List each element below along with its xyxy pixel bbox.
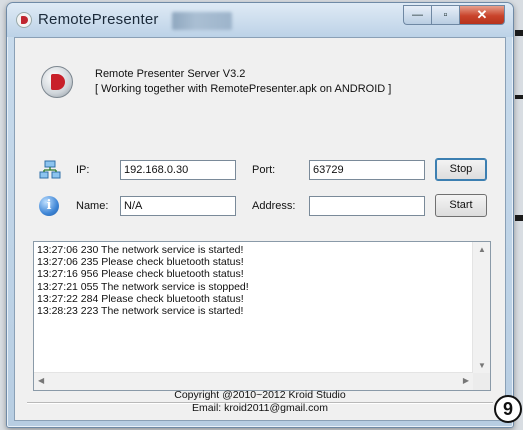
edge-mark xyxy=(515,215,523,221)
contact-email: Email: kroid2011@gmail.com xyxy=(192,402,328,414)
app-logo-icon xyxy=(41,66,73,98)
blurred-title-region xyxy=(172,12,232,30)
window-title: RemotePresenter xyxy=(38,11,159,28)
ip-field[interactable]: 192.168.0.30 xyxy=(120,160,236,180)
edge-mark xyxy=(515,30,523,36)
port-label: Port: xyxy=(252,164,276,176)
address-field[interactable] xyxy=(309,196,425,216)
ip-label: IP: xyxy=(76,164,90,176)
info-icon: i xyxy=(39,196,59,216)
name-label: Name: xyxy=(76,200,109,212)
step-number-badge: 9 xyxy=(494,395,522,423)
log-line: 13:27:21 055 The network service is stop… xyxy=(37,280,249,293)
log-line: 13:27:16 956 Please check bluetooth stat… xyxy=(37,268,244,281)
edge-mark xyxy=(515,95,523,99)
scroll-right-icon[interactable]: ▶ xyxy=(463,376,469,385)
vertical-scrollbar[interactable]: ▲ ▼ xyxy=(472,242,490,373)
scroll-down-icon[interactable]: ▼ xyxy=(478,361,486,370)
scroll-up-icon[interactable]: ▲ xyxy=(478,245,486,254)
name-field[interactable]: N/A xyxy=(120,196,236,216)
window-controls: — ▫ ✕ xyxy=(403,5,505,27)
server-title: Remote Presenter Server V3.2 xyxy=(95,68,246,80)
server-subtitle: [ Working together with RemotePresenter.… xyxy=(95,83,392,95)
log-line: 13:27:06 230 The network service is star… xyxy=(37,244,244,256)
maximize-button[interactable]: ▫ xyxy=(431,5,459,25)
port-field[interactable]: 63729 xyxy=(309,160,425,180)
title-bar[interactable]: RemotePresenter — ▫ ✕ xyxy=(7,3,513,37)
app-title-icon xyxy=(16,12,32,28)
log-listbox[interactable]: 13:27:06 230 The network service is star… xyxy=(33,241,491,391)
log-line: 13:28:23 223 The network service is star… xyxy=(37,305,244,318)
app-window: RemotePresenter — ▫ ✕ Remote Presenter S… xyxy=(6,2,514,428)
copyright-text: Copyright @2010~2012 Kroid Studio xyxy=(174,389,346,401)
close-button[interactable]: ✕ xyxy=(459,5,505,25)
close-icon: ✕ xyxy=(476,7,488,22)
log-line: 13:27:22 284 Please check bluetooth stat… xyxy=(37,292,244,305)
scroll-corner xyxy=(473,373,490,390)
minimize-button[interactable]: — xyxy=(403,5,431,25)
start-button[interactable]: Start xyxy=(435,194,487,217)
minimize-icon: — xyxy=(412,9,423,21)
horizontal-scrollbar[interactable]: ◀ ▶ xyxy=(34,372,473,390)
address-label: Address: xyxy=(252,200,296,212)
maximize-icon: ▫ xyxy=(443,9,448,21)
log-line: 13:27:06 235 Please check bluetooth stat… xyxy=(37,256,244,269)
client-area: Remote Presenter Server V3.2 [ Working t… xyxy=(14,37,506,421)
network-icon xyxy=(39,160,61,179)
stop-button[interactable]: Stop xyxy=(435,158,487,181)
log-lines: 13:27:06 230 The network service is star… xyxy=(37,244,470,317)
scroll-left-icon[interactable]: ◀ xyxy=(38,376,44,385)
